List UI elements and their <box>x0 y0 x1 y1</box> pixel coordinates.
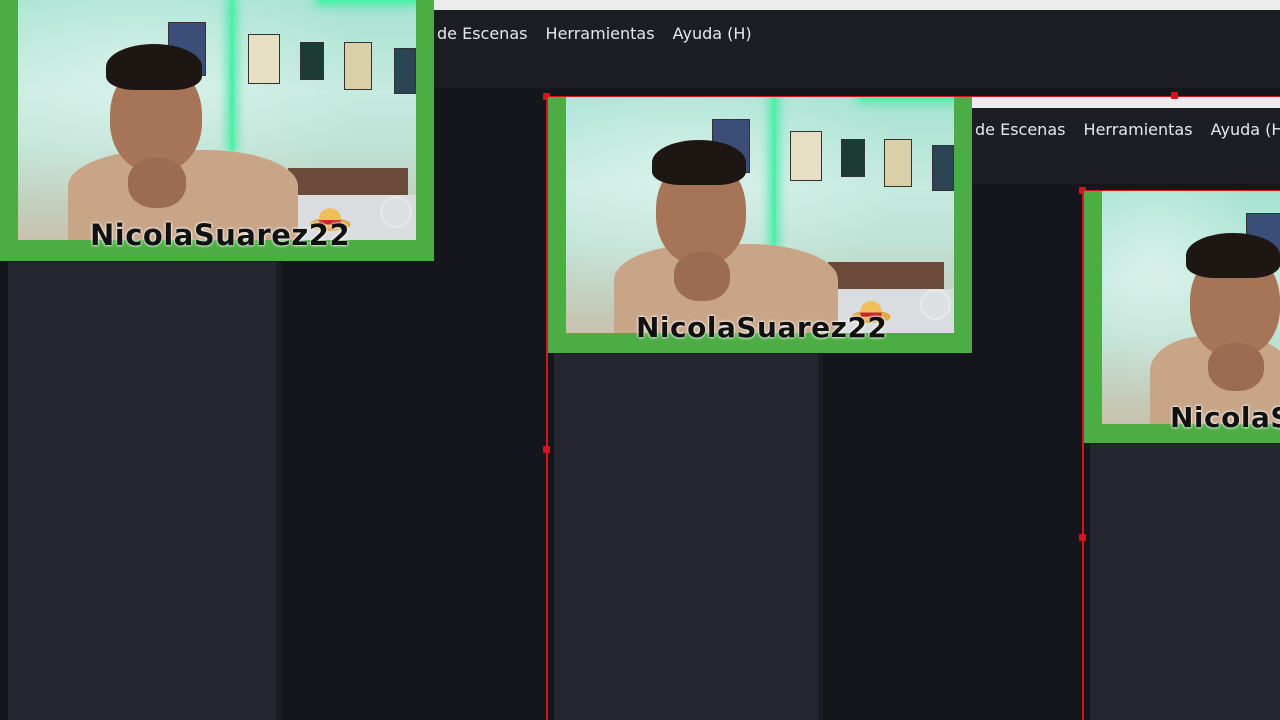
channel-logo-icon <box>920 289 951 320</box>
nested-menu-tools[interactable]: Herramientas <box>1084 120 1193 139</box>
menu-help[interactable]: Ayuda (H) <box>673 24 752 43</box>
nested-dock-divider <box>818 354 823 720</box>
nested-dock-panel-right <box>1090 444 1280 720</box>
webcam-username: NicolaSuarez22 <box>90 218 351 252</box>
webcam-username-mirror: NicolaSuarez22 <box>636 311 888 344</box>
window-top-strip <box>430 0 1280 10</box>
nested-menubar-items: de Escenas Herramientas Ayuda (H) <box>975 120 1280 139</box>
webcam-video-nested <box>1102 191 1280 424</box>
channel-logo-icon <box>380 196 412 228</box>
webcam-frame[interactable]: NicolaSuarez22 <box>0 0 434 261</box>
webcam-video-mirror <box>566 97 954 333</box>
nested-menu-scene-collection[interactable]: de Escenas <box>975 120 1065 139</box>
dock-divider <box>276 262 282 720</box>
webcam-video <box>18 0 416 240</box>
nested-transform-handle-mid-left[interactable] <box>1079 534 1086 541</box>
nested-window-top-strip <box>972 96 1280 108</box>
menu-tools[interactable]: Herramientas <box>546 24 655 43</box>
menubar-items: de Escenas Herramientas Ayuda (H) <box>437 24 765 43</box>
transform-handle-mid-left[interactable] <box>543 446 550 453</box>
nested-menu-help[interactable]: Ayuda (H) <box>1211 120 1280 139</box>
webcam-frame-nested[interactable]: NicolaS <box>1084 191 1280 443</box>
menubar <box>430 10 1280 88</box>
dock-panel-left <box>8 262 276 720</box>
webcam-username-nested: NicolaS <box>1170 401 1280 434</box>
transform-handle-top-mid[interactable] <box>1171 92 1178 99</box>
webcam-frame-mirror[interactable]: NicolaSuarez22 <box>548 97 972 353</box>
nested-dock-panel <box>554 354 818 720</box>
menu-scene-collection[interactable]: de Escenas <box>437 24 527 43</box>
